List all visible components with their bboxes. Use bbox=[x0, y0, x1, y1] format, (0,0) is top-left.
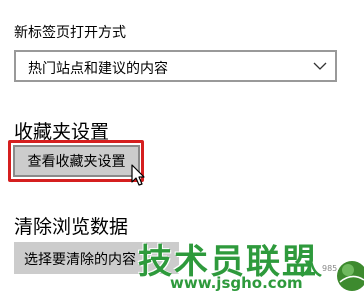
watermark-small-text: 985.com bbox=[322, 264, 357, 273]
chevron-down-icon bbox=[313, 62, 327, 70]
watermark-url: www.jsgho.com bbox=[170, 274, 303, 292]
newtab-open-dropdown-value: 热门站点和建议的内容 bbox=[28, 61, 168, 77]
choose-what-to-clear-button[interactable]: 选择要清除的内容 bbox=[14, 242, 179, 274]
mouse-pointer-icon bbox=[131, 164, 145, 186]
settings-panel: 新标签页打开方式 热门站点和建议的内容 收藏夹设置 查看收藏夹设置 清除浏览数据… bbox=[0, 0, 364, 299]
clear-browsing-data-heading: 清除浏览数据 bbox=[14, 216, 129, 238]
watermark-person-text: 人 bbox=[300, 256, 323, 281]
newtab-open-dropdown[interactable]: 热门站点和建议的内容 bbox=[14, 50, 337, 82]
globe-icon bbox=[337, 261, 364, 291]
newtab-open-label: 新标签页打开方式 bbox=[14, 25, 126, 41]
view-favorites-settings-button[interactable]: 查看收藏夹设置 bbox=[13, 145, 140, 177]
